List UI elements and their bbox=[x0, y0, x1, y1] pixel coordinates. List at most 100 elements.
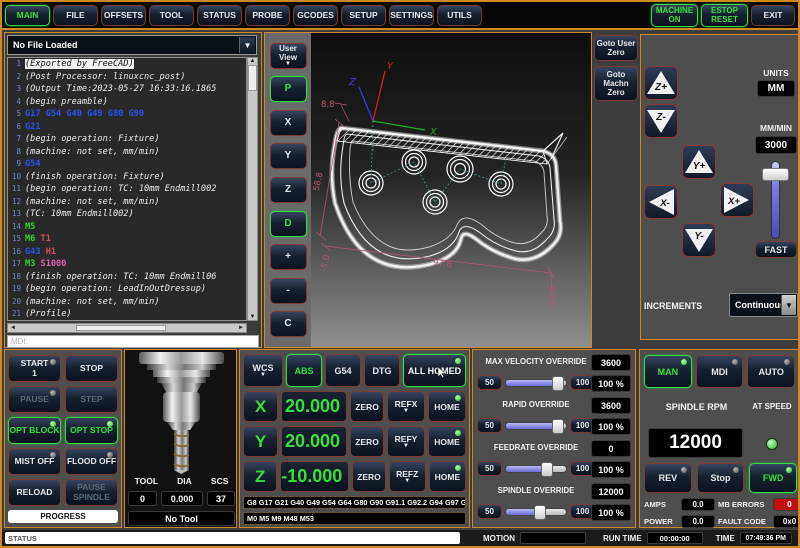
tab-status[interactable]: STATUS bbox=[197, 5, 242, 26]
machine-on-button[interactable]: MACHINE ON bbox=[651, 4, 698, 27]
view-y-button[interactable]: Y bbox=[270, 143, 307, 169]
g54-button[interactable]: G54 bbox=[325, 354, 361, 387]
max-velocity-min-button[interactable]: 50 bbox=[477, 375, 502, 390]
zero-x-button[interactable]: ZERO bbox=[350, 391, 384, 422]
feedrate-slider-handle[interactable] bbox=[541, 462, 553, 477]
gcode-line[interactable]: 14M5 bbox=[8, 221, 246, 234]
gcode-editor[interactable]: 1(Exported by FreeCAD)2(Post Processor: … bbox=[7, 57, 247, 321]
gcode-line[interactable]: 18(finish operation: TC: 10mm Endmill06 bbox=[8, 271, 246, 284]
gcode-line[interactable]: 5G17 G54 G40 G49 G80 G90 bbox=[8, 108, 246, 121]
pause-button[interactable]: PAUSE bbox=[8, 386, 61, 413]
gcode-line[interactable]: 7(begin operation: Fixture) bbox=[8, 133, 246, 146]
abs-button[interactable]: ABS bbox=[286, 354, 322, 387]
scroll-left-icon[interactable]: ◄ bbox=[10, 325, 16, 331]
zoom-out-button[interactable]: - bbox=[270, 278, 307, 304]
clear-view-button[interactable]: C bbox=[270, 311, 307, 337]
mist-button[interactable]: MIST OFF bbox=[8, 448, 61, 475]
tab-main[interactable]: MAIN bbox=[5, 5, 50, 26]
tab-setup[interactable]: SETUP bbox=[341, 5, 386, 26]
auto-mode-button[interactable]: AUTO bbox=[747, 355, 795, 388]
scroll-thumb-h[interactable] bbox=[76, 325, 166, 331]
gcode-line[interactable]: 13(TC: 10mm Endmill002) bbox=[8, 208, 246, 221]
gcode-line[interactable]: 9G54 bbox=[8, 158, 246, 171]
user-view-button[interactable]: User View▼ bbox=[270, 43, 307, 69]
goto-machine-zero-button[interactable]: Goto Machn Zero bbox=[594, 66, 638, 101]
pause-spindle-button[interactable]: PAUSE SPINDLE bbox=[65, 479, 118, 506]
spindle-rev-button[interactable]: REV bbox=[644, 463, 692, 493]
spindle-slider-handle[interactable] bbox=[534, 505, 546, 520]
spindle-slider[interactable] bbox=[505, 508, 567, 516]
gcode-line[interactable]: 2(Post Processor: linuxcnc_post) bbox=[8, 71, 246, 84]
mdi-input[interactable] bbox=[7, 335, 259, 348]
file-combo-arrow-icon[interactable]: ▼ bbox=[239, 37, 255, 53]
tab-offsets[interactable]: OFFSETS bbox=[101, 5, 146, 26]
gcode-line[interactable]: 6G21 bbox=[8, 121, 246, 134]
view-p-button[interactable]: P bbox=[270, 76, 307, 102]
tab-file[interactable]: FILE bbox=[53, 5, 98, 26]
gcode-line[interactable]: 21(Profile) bbox=[8, 308, 246, 321]
file-combo[interactable]: No File Loaded ▼ bbox=[7, 35, 257, 55]
reload-button[interactable]: RELOAD bbox=[8, 479, 61, 506]
jog-y-minus-button[interactable]: Y- bbox=[682, 223, 716, 257]
view-z-button[interactable]: Z bbox=[270, 177, 307, 203]
opt-stop-button[interactable]: OPT STOP bbox=[65, 417, 118, 444]
scroll-right-icon[interactable]: ► bbox=[238, 325, 244, 331]
gcode-line[interactable]: 19(begin operation: LeadInOutDressup) bbox=[8, 283, 246, 296]
view-x-button[interactable]: X bbox=[270, 110, 307, 136]
max-velocity-slider-handle[interactable] bbox=[552, 376, 564, 391]
zero-z-button[interactable]: ZERO bbox=[352, 461, 385, 492]
gcode-line[interactable]: 1(Exported by FreeCAD) bbox=[8, 58, 246, 71]
jog-z-minus-button[interactable]: Z- bbox=[644, 104, 678, 138]
spindle-min-button[interactable]: 50 bbox=[477, 504, 502, 519]
feedrate-slider[interactable] bbox=[505, 465, 567, 473]
step-button[interactable]: STEP bbox=[65, 386, 118, 413]
home-y-button[interactable]: HOME bbox=[428, 426, 466, 457]
view-dimensions-button[interactable]: D bbox=[270, 211, 307, 237]
jog-speed-slider-handle[interactable] bbox=[762, 168, 789, 181]
zero-y-button[interactable]: ZERO bbox=[350, 426, 384, 457]
gcode-line[interactable]: 17M3 S1000 bbox=[8, 258, 246, 271]
gcode-line[interactable]: 3(Output Time:2023-05-27 16:33:16.1865 bbox=[8, 83, 246, 96]
wcs-button[interactable]: WCS▼ bbox=[243, 354, 283, 387]
ref-y-button[interactable]: REFY▼ bbox=[387, 426, 425, 457]
rapid-slider-handle[interactable] bbox=[552, 419, 564, 434]
gcode-line[interactable]: 10(finish operation: Fixture) bbox=[8, 171, 246, 184]
jog-x-minus-button[interactable]: X- bbox=[644, 185, 678, 219]
scroll-up-icon[interactable]: ▲ bbox=[250, 58, 256, 64]
axis-x-button[interactable]: X bbox=[243, 391, 278, 422]
home-z-button[interactable]: HOME bbox=[429, 461, 466, 492]
toolpath-preview[interactable]: Y Z X 8.8 58.8 -5.0 97.8 92.8 bbox=[311, 33, 591, 347]
scroll-down-icon[interactable]: ▼ bbox=[250, 314, 256, 320]
gcode-line[interactable]: 16G43 H1 bbox=[8, 246, 246, 259]
axis-z-button[interactable]: Z bbox=[243, 461, 277, 492]
mdi-mode-button[interactable]: MDI bbox=[696, 355, 744, 388]
cycle-stop-button[interactable]: STOP bbox=[65, 355, 118, 382]
gcode-line[interactable]: 4(begin preamble) bbox=[8, 96, 246, 109]
axis-y-button[interactable]: Y bbox=[243, 426, 278, 457]
estop-reset-button[interactable]: ESTOP RESET bbox=[701, 4, 748, 27]
home-x-button[interactable]: HOME bbox=[428, 391, 466, 422]
goto-user-zero-button[interactable]: Goto User Zero bbox=[594, 35, 638, 61]
spindle-stop-button[interactable]: Stop bbox=[697, 463, 745, 493]
dropdown-arrow-icon[interactable]: ▼ bbox=[781, 295, 796, 315]
spindle-fwd-button[interactable]: FWD bbox=[749, 463, 797, 493]
all-homed-button[interactable]: ALL HOMED bbox=[403, 354, 466, 387]
gcode-line[interactable]: 11(begin operation: TC: 10mm Endmill002 bbox=[8, 183, 246, 196]
exit-button[interactable]: EXIT bbox=[751, 5, 795, 26]
cycle-start-button[interactable]: START1 bbox=[8, 355, 61, 382]
gcode-line[interactable]: 15M6 T1 bbox=[8, 233, 246, 246]
scroll-thumb[interactable] bbox=[248, 65, 257, 91]
opt-block-button[interactable]: OPT BLOCK bbox=[8, 417, 61, 444]
feedrate-min-button[interactable]: 50 bbox=[477, 461, 502, 476]
tab-probe[interactable]: PROBE bbox=[245, 5, 290, 26]
jog-y-plus-button[interactable]: Y+ bbox=[682, 145, 716, 179]
rapid-min-button[interactable]: 50 bbox=[477, 418, 502, 433]
man-mode-button[interactable]: MAN bbox=[644, 355, 692, 388]
max-velocity-slider[interactable] bbox=[505, 379, 567, 387]
increments-dropdown[interactable]: Continuous ▼ bbox=[729, 293, 798, 317]
ref-z-button[interactable]: REFZ▼ bbox=[389, 461, 426, 492]
tab-utils[interactable]: UTILS bbox=[437, 5, 482, 26]
zoom-in-button[interactable]: + bbox=[270, 244, 307, 270]
tab-tool[interactable]: TOOL bbox=[149, 5, 194, 26]
fast-button[interactable]: FAST bbox=[755, 241, 797, 258]
